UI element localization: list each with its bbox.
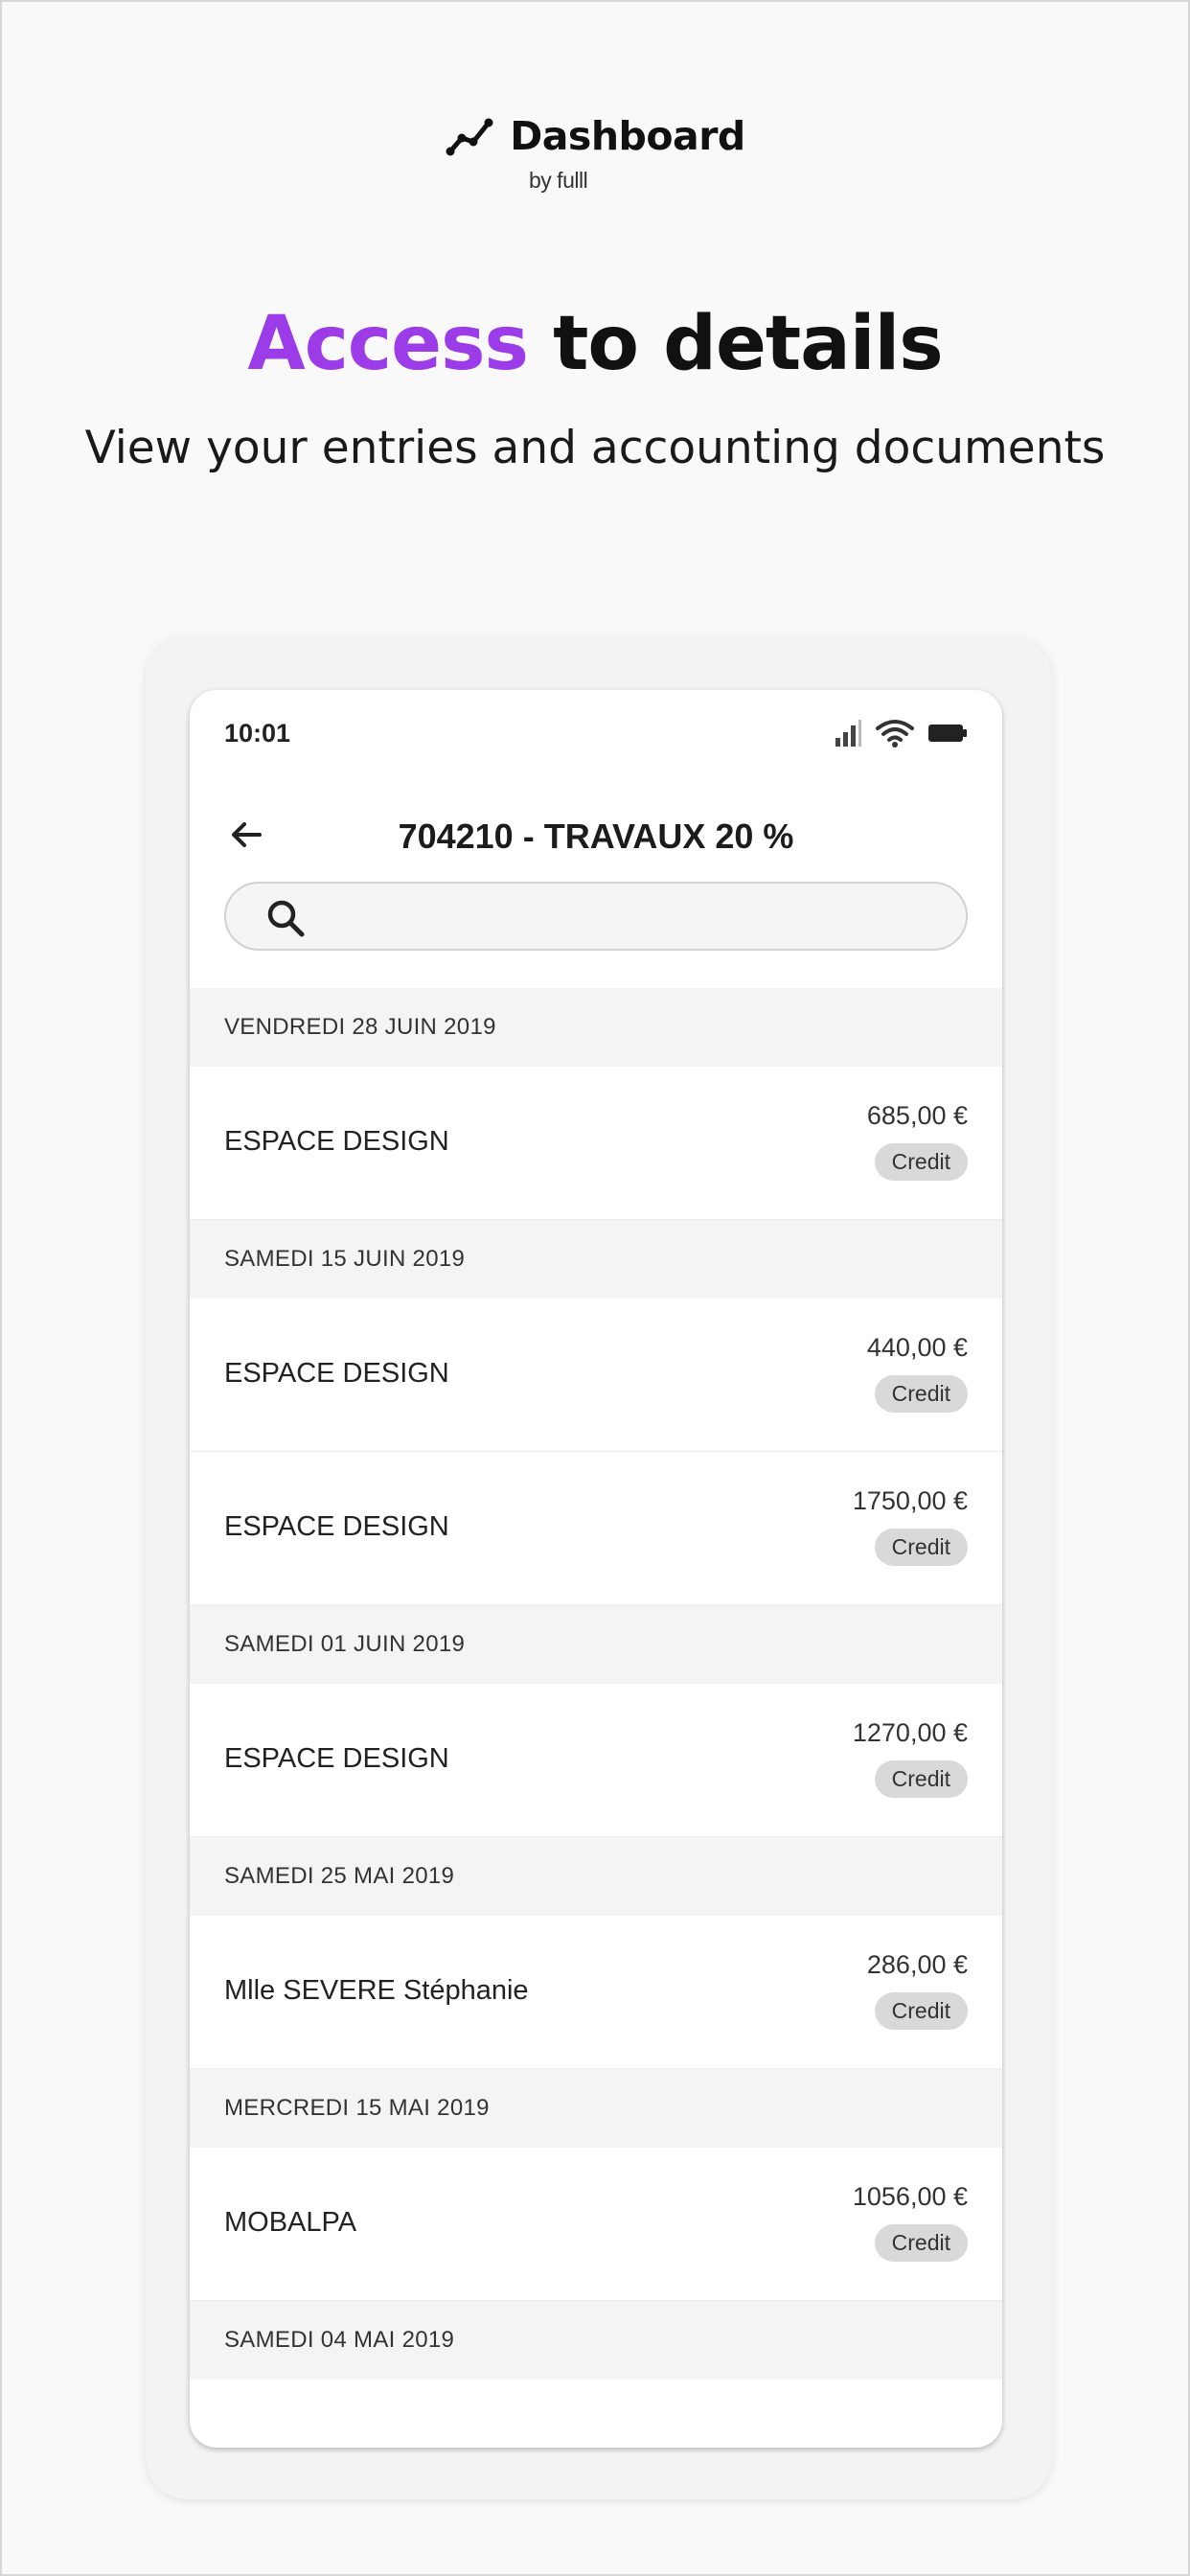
credit-badge: Credit bbox=[874, 1375, 968, 1413]
entry-name: ESPACE DESIGN bbox=[224, 1743, 449, 1774]
battery-icon bbox=[928, 724, 967, 742]
entry-amount: 1056,00 € bbox=[852, 2182, 968, 2211]
entry-row[interactable]: Mlle SEVERE Stéphanie 286,00 € Credit bbox=[190, 1916, 1002, 2069]
entry-row[interactable]: ESPACE DESIGN 1750,00 € Credit bbox=[190, 1452, 1002, 1605]
entry-amount: 1270,00 € bbox=[852, 1718, 968, 1747]
section-date-header: SAMEDI 04 MAI 2019 bbox=[190, 2301, 1002, 2380]
entry-name: ESPACE DESIGN bbox=[224, 1511, 449, 1542]
device-frame: 10:01 704210 - TRAVAUX 20 % VENDREDI 28 … bbox=[146, 636, 1052, 2499]
entry-amount: 286,00 € bbox=[866, 1950, 968, 1979]
search-icon bbox=[267, 900, 305, 937]
page-title: 704210 - TRAVAUX 20 % bbox=[398, 816, 794, 856]
search-bar[interactable] bbox=[224, 882, 968, 951]
status-bar: 10:01 bbox=[190, 690, 1002, 776]
entry-name: Mlle SEVERE Stéphanie bbox=[224, 1975, 529, 2006]
headline-accent: Access bbox=[247, 301, 529, 387]
status-time: 10:01 bbox=[224, 719, 291, 748]
headline: Access to details bbox=[2, 301, 1188, 387]
app-store-screenshot: Dashboard by fulll Access to details Vie… bbox=[0, 0, 1190, 2576]
entry-name: ESPACE DESIGN bbox=[224, 1126, 449, 1157]
entry-row[interactable]: ESPACE DESIGN 440,00 € Credit bbox=[190, 1299, 1002, 1452]
entry-row[interactable]: ESPACE DESIGN 685,00 € Credit bbox=[190, 1067, 1002, 1220]
credit-badge: Credit bbox=[874, 2224, 968, 2262]
section-date-header: MERCREDI 15 MAI 2019 bbox=[190, 2069, 1002, 2148]
section-date-header: VENDREDI 28 JUIN 2019 bbox=[190, 988, 1002, 1067]
wifi-icon bbox=[876, 720, 914, 748]
chart-line-icon bbox=[446, 118, 493, 156]
entry-row[interactable]: MOBALPA 1056,00 € Credit bbox=[190, 2148, 1002, 2301]
credit-badge: Credit bbox=[874, 1760, 968, 1798]
entry-amount: 440,00 € bbox=[866, 1333, 968, 1362]
credit-badge: Credit bbox=[874, 1529, 968, 1566]
credit-badge: Credit bbox=[874, 1143, 968, 1181]
credit-badge: Credit bbox=[874, 1992, 968, 2030]
section-date-header: SAMEDI 01 JUIN 2019 bbox=[190, 1605, 1002, 1684]
app-bar: 704210 - TRAVAUX 20 % bbox=[190, 795, 1002, 872]
section-date-header: SAMEDI 25 MAI 2019 bbox=[190, 1837, 1002, 1916]
brand-subtitle: by fulll bbox=[529, 168, 588, 193]
entry-row[interactable]: ESPACE DESIGN 1270,00 € Credit bbox=[190, 1684, 1002, 1837]
headline-rest: to details bbox=[527, 301, 944, 387]
phone-screen: 10:01 704210 - TRAVAUX 20 % VENDREDI 28 … bbox=[190, 690, 1002, 2448]
search-input[interactable] bbox=[322, 895, 937, 937]
entry-name: MOBALPA bbox=[224, 2207, 357, 2238]
entries-list: VENDREDI 28 JUIN 2019 ESPACE DESIGN 685,00… bbox=[190, 988, 1002, 2380]
status-icons bbox=[834, 719, 968, 748]
brand-title: Dashboard bbox=[510, 113, 745, 159]
brand-header: Dashboard bbox=[2, 113, 1188, 159]
entry-amount: 1750,00 € bbox=[852, 1486, 968, 1515]
section-date-header: SAMEDI 15 JUIN 2019 bbox=[190, 1220, 1002, 1299]
signal-icon bbox=[835, 720, 861, 747]
entry-amount: 685,00 € bbox=[866, 1101, 968, 1130]
subheadline: View your entries and accounting documen… bbox=[84, 422, 1106, 474]
entry-name: ESPACE DESIGN bbox=[224, 1358, 449, 1389]
